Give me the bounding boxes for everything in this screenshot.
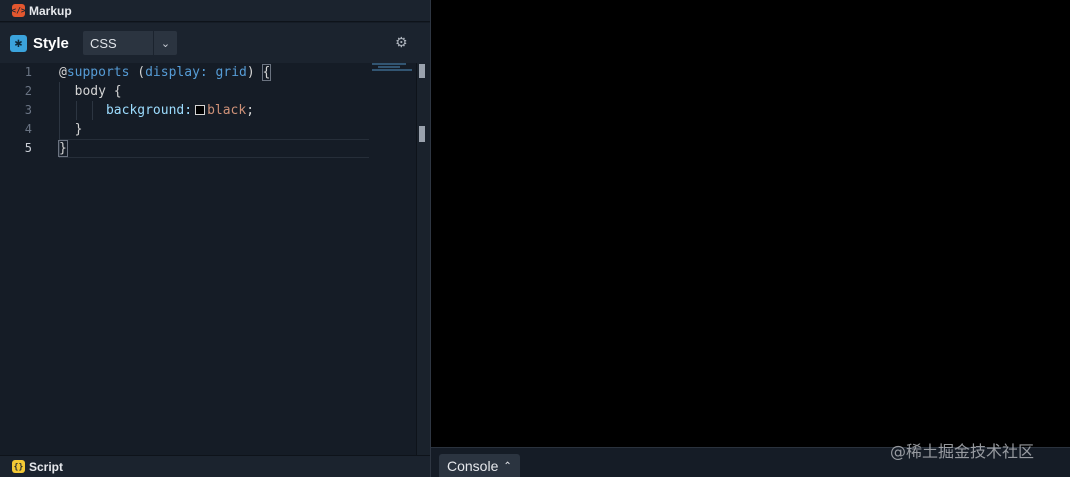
- code-line-4: }: [59, 120, 369, 139]
- result-preview: [431, 0, 1070, 447]
- line-number-active: 5: [24, 141, 32, 155]
- closing-brace: }: [74, 122, 83, 137]
- console-toggle-button[interactable]: Console ⌃: [439, 454, 520, 477]
- language-select-value: CSS: [90, 35, 117, 51]
- semicolon: ;: [246, 103, 255, 118]
- editor-scrollbar[interactable]: [416, 63, 430, 455]
- language-select[interactable]: CSS ⌄: [83, 31, 177, 55]
- chevron-down-icon[interactable]: ⌄: [153, 31, 177, 55]
- curly-braces-icon: {}: [12, 460, 25, 473]
- console-label: Console: [447, 458, 499, 474]
- markup-title: Markup: [29, 3, 72, 18]
- markup-panel-header[interactable]: </> Markup: [0, 0, 430, 22]
- code-line-1: @supports (display: grid) {: [59, 63, 369, 82]
- chevron-up-icon: ⌃: [503, 460, 512, 472]
- line-number: 3: [24, 103, 32, 117]
- editor-panel: </> Markup ✱ Style CSS ⌄ ⚙ 1 2 3 4 5 @su…: [0, 0, 430, 477]
- matching-brace-open: {: [261, 64, 272, 81]
- style-title: Style: [33, 34, 69, 52]
- condition-property: display:: [145, 65, 208, 80]
- script-panel-header[interactable]: {} Script: [0, 455, 430, 477]
- code-line-3: background: black;: [59, 101, 369, 120]
- line-number: 2: [24, 84, 32, 98]
- line-number: 1: [24, 65, 32, 79]
- css-property: background:: [105, 103, 193, 118]
- script-title: Script: [29, 459, 64, 474]
- code-line-2: body {: [59, 82, 369, 101]
- at-rule-sign: @: [59, 65, 67, 80]
- code-brackets-icon: </>: [11, 4, 26, 17]
- code-editor[interactable]: 1 2 3 4 5 @supports (display: grid) { bo…: [0, 63, 430, 455]
- watermark: @稀土掘金技术社区: [890, 442, 1035, 461]
- code-line-5: }: [58, 139, 369, 158]
- line-number-gutter: 1 2 3 4 5: [0, 63, 40, 158]
- matching-brace-close: }: [58, 140, 68, 157]
- style-panel-header: ✱ Style CSS ⌄ ⚙: [0, 23, 430, 63]
- line-number: 4: [24, 122, 32, 136]
- paren-close: ): [246, 65, 263, 80]
- code-lines: @supports (display: grid) { body { backg…: [58, 63, 369, 158]
- scrollbar-marker: [419, 126, 425, 142]
- paren-open: (: [129, 65, 146, 80]
- asterisk-icon: ✱: [10, 34, 27, 52]
- css-value: black: [207, 103, 247, 118]
- minimap[interactable]: [372, 63, 416, 75]
- condition-value: grid: [207, 65, 247, 80]
- selector: body {: [74, 84, 122, 99]
- gear-icon[interactable]: ⚙: [395, 36, 408, 50]
- at-rule-keyword: supports: [66, 65, 130, 80]
- scrollbar-thumb[interactable]: [419, 64, 425, 78]
- color-swatch-icon[interactable]: [195, 105, 206, 115]
